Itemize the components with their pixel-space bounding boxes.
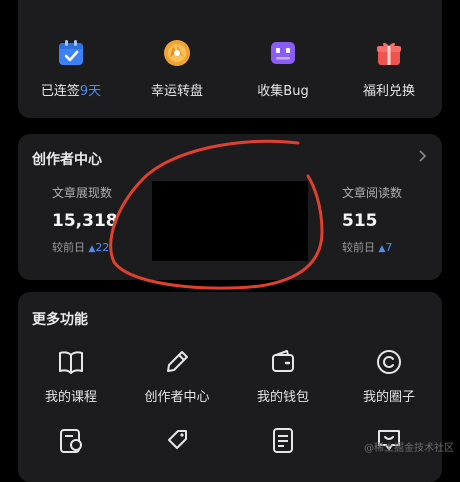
wallet-icon xyxy=(272,350,294,372)
stat-delta: 较前日 ▲22 xyxy=(52,241,110,254)
redacted-area xyxy=(152,181,308,261)
stat-value: 515 xyxy=(342,211,378,231)
collect-bug-button[interactable]: 收集Bug xyxy=(230,38,336,99)
creator-center-label: 创作者中心 xyxy=(144,390,210,405)
collect-bug-label: 收集Bug xyxy=(257,84,309,99)
document-list-icon xyxy=(273,428,293,453)
stat-value: 15,318 xyxy=(52,211,118,231)
more-item-tag[interactable] xyxy=(124,426,230,454)
circle-smile-icon xyxy=(377,350,401,374)
my-wallet-label: 我的钱包 xyxy=(256,390,309,405)
creator-center-card[interactable]: 创作者中心 文章展现数 15,318 较前日 ▲22 文章阅读数 515 较前日… xyxy=(18,134,442,280)
gift-icon xyxy=(377,42,401,65)
article-impressions-stat[interactable]: 文章展现数 15,318 较前日 ▲22 xyxy=(52,184,118,255)
more-features-title: 更多功能 xyxy=(32,312,88,328)
checkin-label: 已连签9天 xyxy=(40,84,102,99)
tag-icon xyxy=(168,430,187,449)
stat-label: 文章阅读数 xyxy=(342,186,403,200)
pen-icon xyxy=(167,351,188,372)
clipboard-clock-icon xyxy=(60,429,82,453)
lucky-wheel-icon xyxy=(164,40,190,66)
my-circle-label: 我的圈子 xyxy=(362,390,415,405)
lucky-wheel-button[interactable]: 幸运转盘 xyxy=(124,38,230,99)
welfare-exchange-label: 福利兑换 xyxy=(362,84,415,99)
my-wallet-button[interactable]: 我的钱包 xyxy=(230,348,336,405)
chevron-right-icon[interactable] xyxy=(418,149,428,163)
welfare-exchange-button[interactable]: 福利兑换 xyxy=(336,38,442,99)
quick-actions-card: 已连签9天 幸运转盘 收集Bug 福利兑换 xyxy=(18,0,442,118)
stat-label: 文章展现数 xyxy=(52,186,113,200)
article-reads-stat[interactable]: 文章阅读数 515 较前日 ▲7 xyxy=(342,184,402,255)
bug-collect-icon xyxy=(271,42,295,64)
my-courses-button[interactable]: 我的课程 xyxy=(18,348,124,405)
checkin-button[interactable]: 已连签9天 xyxy=(18,38,124,99)
watermark: @稀土掘金技术社区 xyxy=(364,443,454,454)
book-icon xyxy=(59,351,83,374)
calendar-check-icon xyxy=(59,40,83,65)
lucky-wheel-label: 幸运转盘 xyxy=(150,84,203,99)
more-item-document[interactable] xyxy=(230,426,336,454)
more-item-clipboard[interactable] xyxy=(18,426,124,454)
stat-delta: 较前日 ▲7 xyxy=(342,241,393,254)
creator-center-title: 创作者中心 xyxy=(32,152,102,168)
creator-center-button[interactable]: 创作者中心 xyxy=(124,348,230,405)
my-circle-button[interactable]: 我的圈子 xyxy=(336,348,442,405)
my-courses-label: 我的课程 xyxy=(44,390,97,405)
